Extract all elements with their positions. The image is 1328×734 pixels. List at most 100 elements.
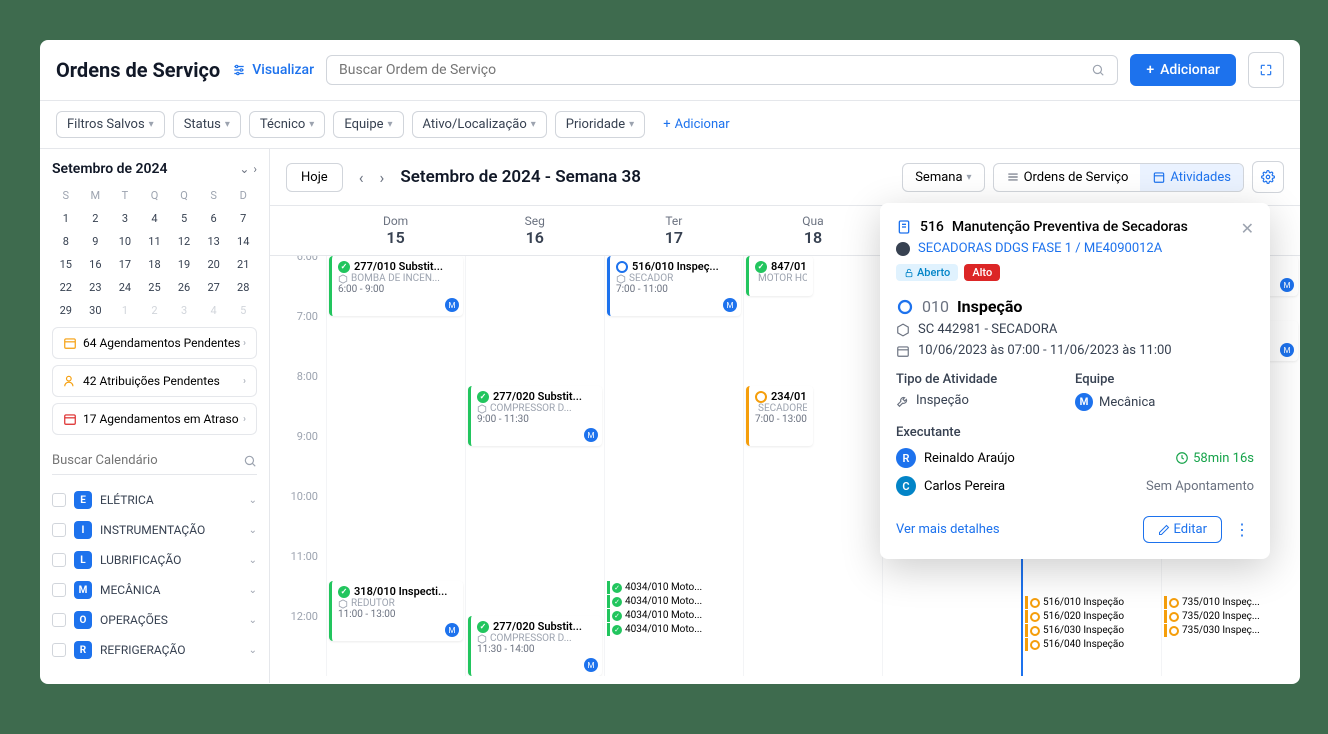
event-card[interactable]: ✓277/020 Substit... COMPRESSOR D... 11:3…	[468, 616, 602, 676]
check-icon: ✓	[338, 261, 350, 273]
event-card[interactable]: ✓847/010 Ve... MOTOR HO...	[746, 256, 813, 296]
event-mini[interactable]: 516/020 Inspeção	[1025, 610, 1159, 623]
calendar-search[interactable]	[52, 447, 257, 475]
next-week-button[interactable]: ›	[376, 164, 389, 191]
close-button[interactable]: ✕	[1241, 219, 1254, 238]
chevron-down-icon: ▾	[967, 172, 972, 183]
filter-saved[interactable]: Filtros Salvos▾	[56, 111, 165, 138]
pending-icon	[1030, 640, 1040, 650]
executor-label: Executante	[896, 425, 1254, 440]
settings-button[interactable]	[1252, 161, 1284, 193]
team-item-operacoes[interactable]: OOPERAÇÕES⌄	[52, 605, 257, 635]
event-mini[interactable]: ✓4034/010 Moto...	[607, 623, 741, 636]
chevron-down-icon[interactable]: ⌄	[239, 162, 249, 176]
event-mini[interactable]: 735/010 Inspeç...	[1164, 596, 1298, 609]
details-link[interactable]: Ver mais detalhes	[896, 522, 1000, 537]
team-item-lubrificacao[interactable]: LLUBRIFICAÇÃO⌄	[52, 545, 257, 575]
overdue-schedules-item[interactable]: 17 Agendamentos em Atraso ›	[52, 403, 257, 435]
pending-icon	[1030, 626, 1040, 636]
executor-no-time: Sem Apontamento	[1146, 479, 1254, 494]
team-item-mecanica[interactable]: MMECÂNICA⌄	[52, 575, 257, 605]
filter-team[interactable]: Equipe▾	[333, 111, 403, 138]
chevron-down-icon: ⌄	[249, 495, 257, 506]
checkbox[interactable]	[52, 493, 66, 507]
day-column-ter[interactable]: 516/010 Inspeç... SECADOR 7:00 - 11:00 M…	[604, 256, 743, 676]
content: Hoje ‹ › Setembro de 2024 - Semana 38 Se…	[270, 149, 1300, 683]
tab-activities[interactable]: Atividades	[1140, 164, 1243, 191]
pending-assignments-item[interactable]: 42 Atribuições Pendentes ›	[52, 365, 257, 397]
cube-icon	[338, 274, 348, 284]
event-card[interactable]: ✓277/010 Substit... BOMBA DE INCÊN... 6:…	[329, 256, 463, 316]
chevron-right-icon[interactable]: ›	[253, 162, 257, 176]
event-card[interactable]: ✓318/010 Inspecti... REDUTOR 11:00 - 13:…	[329, 581, 463, 641]
day-header-ter[interactable]: Ter17	[604, 206, 743, 255]
team-badge-icon: M	[445, 298, 459, 312]
view-select[interactable]: Semana▾	[902, 163, 984, 192]
day-column-dom[interactable]: ✓277/010 Substit... BOMBA DE INCÊN... 6:…	[326, 256, 465, 676]
list-icon	[1006, 170, 1020, 184]
event-mini[interactable]: 735/020 Inspeç...	[1164, 610, 1298, 623]
day-column-seg[interactable]: ✓277/020 Substit... COMPRESSOR D... 9:00…	[465, 256, 604, 676]
check-icon: ✓	[338, 586, 350, 598]
plus-icon: +	[1146, 62, 1154, 78]
add-filter-button[interactable]: +Adicionar	[653, 112, 739, 137]
checkbox[interactable]	[52, 613, 66, 627]
filter-tech[interactable]: Técnico▾	[249, 111, 325, 138]
executor-name: Carlos Pereira	[924, 479, 1005, 494]
team-badge-icon: M	[723, 298, 737, 312]
filter-status[interactable]: Status▾	[173, 111, 241, 138]
search-input[interactable]	[339, 62, 1091, 78]
checkbox[interactable]	[52, 553, 66, 567]
calendar-warning-icon	[63, 336, 77, 350]
filter-priority[interactable]: Prioridade▾	[555, 111, 645, 138]
event-card[interactable]: 234/010 Se... SECADORE... 7:00 - 13:00	[746, 386, 813, 446]
tab-orders[interactable]: Ordens de Serviço	[994, 164, 1141, 191]
event-mini[interactable]: ✓4034/010 Moto...	[607, 609, 741, 622]
prev-week-button[interactable]: ‹	[355, 164, 368, 191]
location-link[interactable]: SECADORAS DDGS FASE 1 / ME4090012A	[918, 241, 1162, 256]
day-header-seg[interactable]: Seg16	[465, 206, 604, 255]
activity-detail-popup: 516 Manutenção Preventiva de Secadoras S…	[880, 203, 1270, 559]
team-item-instrumentacao[interactable]: IINSTRUMENTAÇÃO⌄	[52, 515, 257, 545]
executor-row: R Reinaldo Araújo 58min 16s	[896, 448, 1254, 468]
day-header-dom[interactable]: Dom15	[326, 206, 465, 255]
day-header-qua[interactable]: Qua18	[743, 206, 882, 255]
check-icon: ✓	[612, 611, 622, 621]
today-button[interactable]: Hoje	[286, 163, 343, 192]
mini-cal-day[interactable]: 1	[52, 208, 80, 229]
visualize-label: Visualizar	[252, 62, 314, 78]
priority-badge-high: Alto	[964, 264, 1000, 281]
event-mini[interactable]: 735/030 Inspeç...	[1164, 624, 1298, 637]
expand-button[interactable]	[1248, 52, 1284, 88]
pending-icon	[1169, 626, 1179, 636]
team-badge-icon: M	[584, 428, 598, 442]
search-box[interactable]	[326, 55, 1118, 85]
checkbox[interactable]	[52, 643, 66, 657]
event-mini[interactable]: 516/040 Inspeção	[1025, 638, 1159, 651]
team-item-eletrica[interactable]: EELÉTRICA⌄	[52, 485, 257, 515]
chevron-down-icon: ▾	[388, 119, 393, 130]
edit-button[interactable]: Editar	[1143, 516, 1223, 543]
event-mini[interactable]: ✓4034/010 Moto...	[607, 581, 741, 594]
event-card[interactable]: 516/010 Inspeç... SECADOR 7:00 - 11:00 M	[607, 256, 741, 316]
filter-asset[interactable]: Ativo/Localização▾	[412, 111, 547, 138]
more-button[interactable]: ⋮	[1230, 516, 1254, 543]
pending-schedules-item[interactable]: 64 Agendamentos Pendentes ›	[52, 327, 257, 359]
event-mini[interactable]: 516/030 Inspeção	[1025, 624, 1159, 637]
day-column-qua[interactable]: ✓847/010 Ve... MOTOR HO... 234/010 Se...…	[743, 256, 882, 676]
event-mini[interactable]: ✓4034/010 Moto...	[607, 595, 741, 608]
team-item-refrigeracao[interactable]: RREFRIGERAÇÃO⌄	[52, 635, 257, 665]
visualize-button[interactable]: Visualizar	[232, 62, 314, 78]
team-badge: I	[74, 521, 92, 539]
calendar-search-input[interactable]	[52, 453, 243, 468]
checkbox[interactable]	[52, 583, 66, 597]
checkbox[interactable]	[52, 523, 66, 537]
event-mini[interactable]: 516/010 Inspeção	[1025, 596, 1159, 609]
team-badge: O	[74, 611, 92, 629]
event-card[interactable]: ✓277/020 Substit... COMPRESSOR D... 9:00…	[468, 386, 602, 446]
pencil-icon	[1158, 524, 1170, 536]
chevron-down-icon: ⌄	[249, 585, 257, 596]
check-icon: ✓	[612, 625, 622, 635]
header: Ordens de Serviço Visualizar + Adicionar	[40, 40, 1300, 101]
add-button[interactable]: + Adicionar	[1130, 54, 1236, 86]
